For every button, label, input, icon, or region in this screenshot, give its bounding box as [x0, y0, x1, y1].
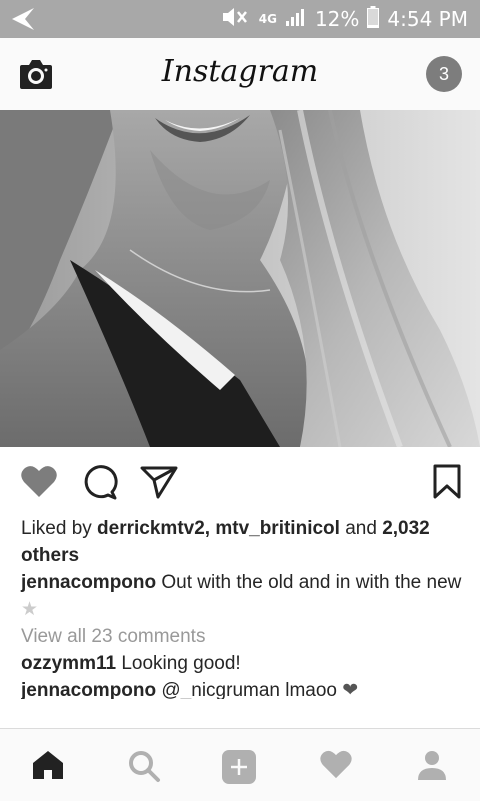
- likes-and: and: [339, 518, 383, 539]
- share-icon[interactable]: [140, 464, 178, 505]
- status-bar: 4G 12% 4:54 PM: [0, 0, 480, 38]
- comment-text: Looking good!: [121, 653, 241, 674]
- comment-item: ozzymm11 Looking good!: [21, 650, 466, 677]
- notification-badge[interactable]: 3: [426, 56, 462, 92]
- post-details: Liked by derrickmtv2, mtv_britinicol and…: [21, 515, 466, 699]
- app-bar: Instagram 3: [0, 38, 480, 111]
- post-actions: [0, 447, 480, 517]
- back-arrow-icon[interactable]: [10, 6, 36, 37]
- post-caption: jennacompono Out with the old and in wit…: [21, 569, 466, 623]
- bookmark-icon[interactable]: [432, 464, 462, 505]
- heart-emoji: ❤: [342, 680, 359, 699]
- bottom-nav: [0, 728, 480, 801]
- likes-count[interactable]: 2,032: [382, 518, 430, 539]
- caption-text: Out with the old and in with the new: [161, 572, 462, 593]
- heart-icon[interactable]: [20, 464, 58, 503]
- comment-item: jennacompono @_nicgruman lmaoo ❤: [21, 677, 466, 699]
- signal-icon: [285, 7, 307, 31]
- profile-icon[interactable]: [416, 749, 448, 786]
- caption-username[interactable]: jennacompono: [21, 572, 156, 593]
- post-photo[interactable]: [0, 110, 480, 447]
- search-icon[interactable]: [127, 749, 161, 788]
- activity-icon[interactable]: [319, 749, 353, 784]
- likes-summary: Liked by derrickmtv2, mtv_britinicol and…: [21, 515, 466, 569]
- likes-others[interactable]: others: [21, 545, 79, 566]
- clock: 4:54 PM: [387, 7, 468, 31]
- mute-icon: [221, 6, 251, 32]
- liker-user1[interactable]: derrickmtv2: [97, 518, 205, 539]
- instagram-logo: Instagram: [161, 54, 319, 89]
- comment-icon[interactable]: [82, 464, 118, 505]
- network-type: 4G: [258, 12, 277, 26]
- star-emoji: ★: [21, 599, 39, 620]
- battery-icon: [367, 6, 380, 32]
- comment-username[interactable]: ozzymm11: [21, 653, 116, 674]
- add-icon[interactable]: [221, 749, 257, 790]
- view-all-comments-link[interactable]: View all 23 comments: [21, 623, 466, 650]
- battery-percent: 12%: [314, 7, 360, 31]
- comment-text: @_nicgruman lmaoo: [161, 680, 337, 699]
- comment-username[interactable]: jennacompono: [21, 680, 156, 699]
- liker-user2[interactable]: mtv_britinicol: [215, 518, 340, 539]
- home-icon[interactable]: [31, 749, 65, 786]
- likes-separator: ,: [204, 518, 216, 539]
- likes-prefix: Liked by: [21, 518, 98, 539]
